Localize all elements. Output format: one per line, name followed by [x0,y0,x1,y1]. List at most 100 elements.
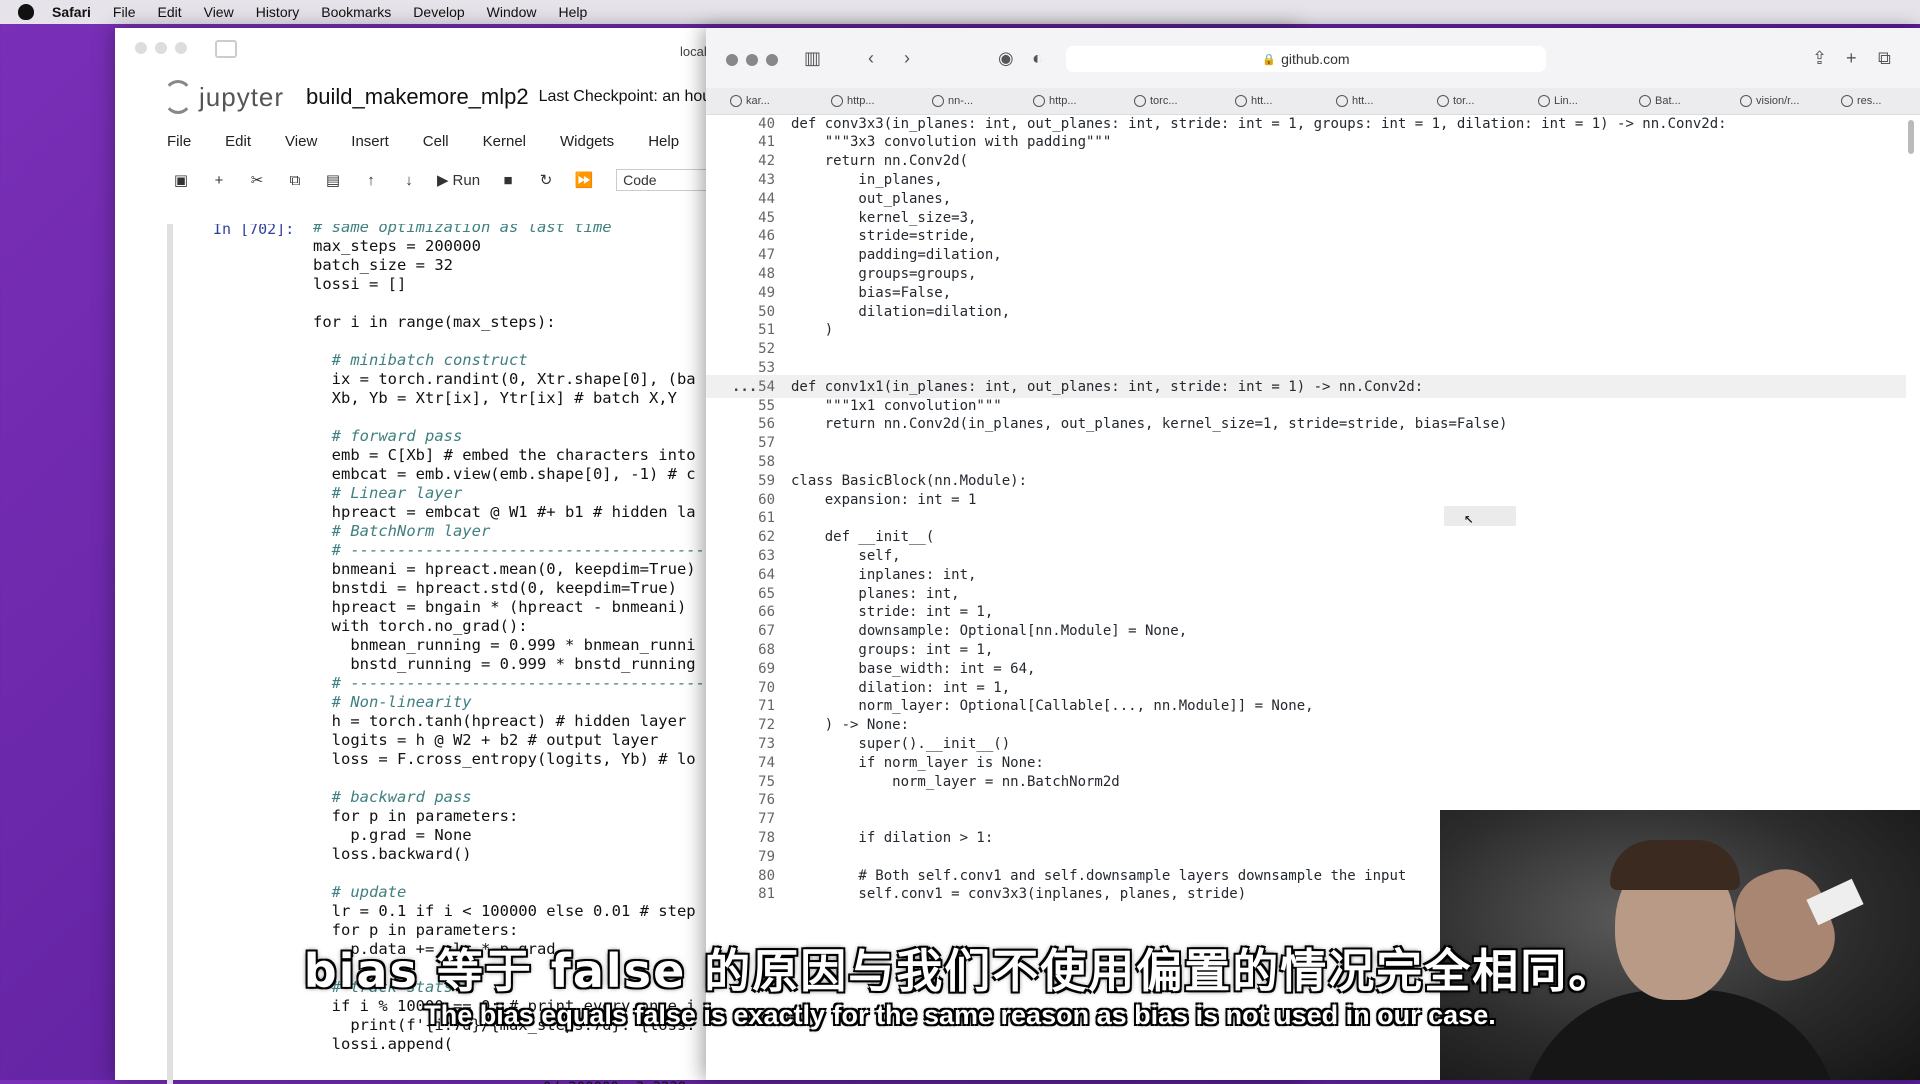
browser-tab[interactable]: http... [807,88,908,114]
browser-tab[interactable]: htt... [1312,88,1413,114]
line-number[interactable]: 41 [706,134,791,150]
line-number[interactable]: 59 [706,473,791,489]
line-number[interactable]: 49 [706,285,791,301]
paste-icon[interactable]: ▤ [319,168,347,192]
line-number[interactable]: 66 [706,604,791,620]
new-tab-icon[interactable]: + [1846,48,1857,69]
run-button[interactable]: ▶ Run [433,168,484,192]
line-number[interactable]: 78 [706,830,791,846]
window-controls[interactable] [135,42,187,54]
line-number[interactable]: 50 [706,304,791,320]
notebook-name[interactable]: build_makemore_mlp2 [306,84,529,110]
line-number[interactable]: 48 [706,266,791,282]
line-number[interactable]: 80 [706,868,791,884]
browser-tab[interactable]: vision/r... [1716,88,1817,114]
nb-menu-cell[interactable]: Cell [423,133,449,150]
browser-tab[interactable]: res... [1817,88,1918,114]
line-number[interactable]: 58 [706,454,791,470]
stop-icon[interactable]: ■ [494,168,522,192]
menu-bookmarks[interactable]: Bookmarks [321,4,391,20]
move-down-icon[interactable]: ↓ [395,168,423,192]
line-number[interactable]: 40 [706,116,791,132]
copy-icon[interactable]: ⧉ [281,168,309,192]
line-number[interactable]: 42 [706,153,791,169]
tab-overview-icon[interactable]: ⧉ [1878,48,1891,69]
line-number[interactable]: 73 [706,736,791,752]
line-options-icon[interactable]: ... [732,379,757,395]
nb-menu-insert[interactable]: Insert [351,133,389,150]
sidebar-icon[interactable]: ▥ [804,48,821,69]
nb-menu-widgets[interactable]: Widgets [560,133,614,150]
menu-history[interactable]: History [256,4,300,20]
browser-tab[interactable]: torc... [1110,88,1211,114]
line-number[interactable]: 47 [706,247,791,263]
line-number[interactable]: 60 [706,492,791,508]
back-icon[interactable]: ‹ [868,48,874,69]
cut-icon[interactable]: ✂ [243,168,271,192]
line-number[interactable]: 79 [706,849,791,865]
share-icon[interactable]: ⇪ [1812,48,1827,69]
browser-tab[interactable]: Lin... [1514,88,1615,114]
nb-menu-file[interactable]: File [167,133,191,150]
menu-develop[interactable]: Develop [413,4,464,20]
line-number[interactable]: 61 [706,510,791,526]
password-extension-icon[interactable]: ◉ [998,48,1014,69]
browser-tab[interactable]: htt... [1211,88,1312,114]
window-controls[interactable] [726,54,778,66]
line-number[interactable]: 75 [706,774,791,790]
cell-code[interactable]: # same optimization as last time max_step… [313,224,724,1054]
line-number[interactable]: 62 [706,529,791,545]
fast-forward-icon[interactable]: ⏩ [570,168,598,192]
line-number[interactable]: 65 [706,586,791,602]
line-number[interactable]: 52 [706,341,791,357]
line-number[interactable]: 72 [706,717,791,733]
line-number[interactable]: 68 [706,642,791,658]
menu-window[interactable]: Window [487,4,537,20]
restart-icon[interactable]: ↻ [532,168,560,192]
nb-menu-kernel[interactable]: Kernel [483,133,526,150]
scrollbar[interactable] [1908,120,1914,154]
browser-tab[interactable]: nn-... [908,88,1009,114]
line-number[interactable]: 64 [706,567,791,583]
save-icon[interactable]: ▣ [167,168,195,192]
browser-tab[interactable]: http... [1009,88,1110,114]
line-number[interactable]: 74 [706,755,791,771]
menu-safari[interactable]: Safari [52,4,91,20]
forward-icon[interactable]: › [904,48,910,69]
nb-menu-help[interactable]: Help [648,133,679,150]
shield-icon[interactable]: ◐ [1032,48,1043,69]
line-number[interactable]: 53 [706,360,791,376]
line-number[interactable]: 46 [706,228,791,244]
move-up-icon[interactable]: ↑ [357,168,385,192]
line-number[interactable]: 44 [706,191,791,207]
sidebar-toggle-icon[interactable] [215,40,237,58]
line-number[interactable]: 70 [706,680,791,696]
line-number[interactable]: 57 [706,435,791,451]
address-bar[interactable]: 🔒 github.com [1066,46,1546,72]
line-number[interactable]: 51 [706,322,791,338]
line-number[interactable]: 67 [706,623,791,639]
menu-view[interactable]: View [204,4,234,20]
browser-tab[interactable]: kar... [706,88,807,114]
browser-tab[interactable]: tor... [1413,88,1514,114]
run-label: Run [452,171,481,189]
line-number[interactable]: 71 [706,698,791,714]
apple-icon[interactable] [18,4,34,20]
menu-file[interactable]: File [113,4,136,20]
line-number[interactable]: 63 [706,548,791,564]
line-number[interactable]: 77 [706,811,791,827]
line-number[interactable]: 56 [706,416,791,432]
menu-help[interactable]: Help [558,4,587,20]
menu-edit[interactable]: Edit [157,4,181,20]
line-number[interactable]: 76 [706,792,791,808]
line-number[interactable]: 81 [706,886,791,902]
add-cell-icon[interactable]: + [205,168,233,192]
browser-tab[interactable]: Bat... [1615,88,1716,114]
jupyter-logo[interactable]: jupyter [163,80,284,114]
nb-menu-view[interactable]: View [285,133,317,150]
line-number[interactable]: 45 [706,210,791,226]
line-number[interactable]: 55 [706,398,791,414]
line-number[interactable]: 69 [706,661,791,677]
line-number[interactable]: 43 [706,172,791,188]
nb-menu-edit[interactable]: Edit [225,133,251,150]
